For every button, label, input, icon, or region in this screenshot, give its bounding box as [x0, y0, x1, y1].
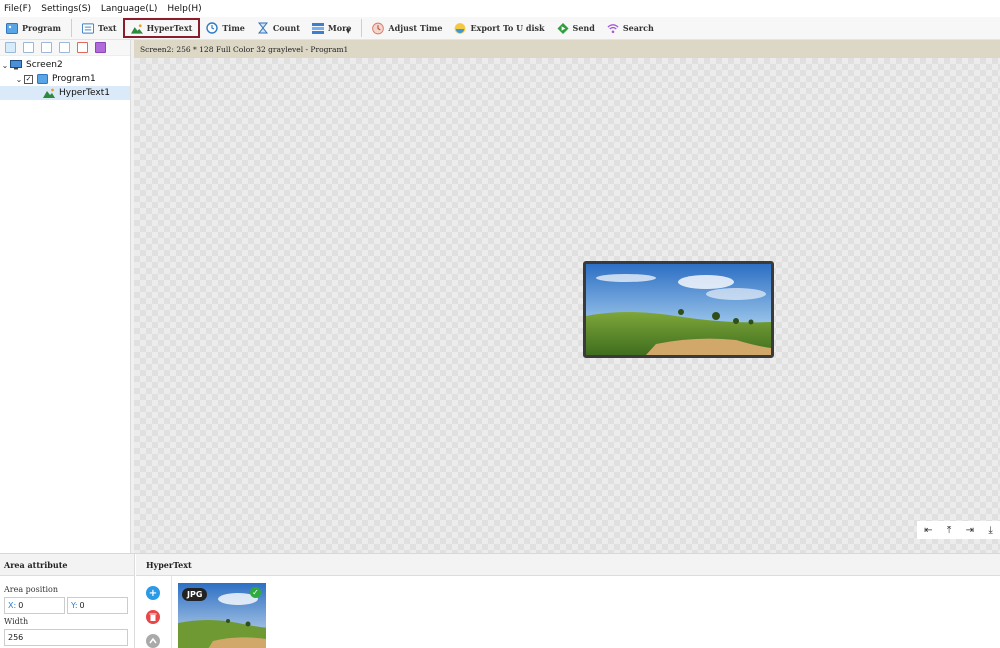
y-value: 0: [79, 601, 85, 610]
hypertext-panel: HyperText + JPG ✓: [136, 554, 1000, 648]
check-icon: ✓: [250, 587, 261, 598]
hourglass-icon: [257, 22, 269, 34]
send-icon: [557, 22, 569, 34]
menu-file[interactable]: File(F): [0, 4, 37, 14]
chevron-down-icon[interactable]: ⌄: [14, 75, 24, 84]
main-toolbar: Program Text HyperText Time Count More ▼: [0, 17, 1000, 40]
export-button[interactable]: Export To U disk: [448, 18, 550, 39]
tree-hypertext-row[interactable]: HyperText1: [0, 86, 130, 100]
width-value: 256: [8, 633, 24, 642]
hypertext-button[interactable]: HyperText: [122, 18, 201, 38]
toolbar-separator: [71, 19, 73, 37]
trash-icon: [149, 613, 157, 621]
text-icon: [82, 22, 95, 34]
design-canvas[interactable]: ⇤ ⤒ ⇥ ⤓: [134, 58, 1000, 553]
landscape-icon: [130, 22, 143, 34]
chevron-down-icon[interactable]: ⌄: [0, 61, 10, 70]
caret-down-icon: ▼: [345, 27, 351, 35]
program-button[interactable]: Program: [0, 18, 67, 39]
screen-status-strip: Screen2: 256 * 128 Full Color 32 graylev…: [134, 40, 1000, 58]
monitor-icon: [10, 60, 22, 70]
delete-media-button[interactable]: [146, 610, 160, 624]
area-position-row: X: 0 Y: 0: [0, 597, 134, 614]
hypertext-label: HyperText: [146, 23, 193, 33]
list-icon: [311, 22, 324, 34]
x-position-field[interactable]: X: 0: [4, 597, 65, 614]
time-label: Time: [222, 23, 245, 33]
toolbar-separator: [361, 19, 363, 37]
program-label: Program: [22, 23, 62, 33]
align-controls: ⇤ ⤒ ⇥ ⤓: [917, 521, 1000, 539]
adjust-time-button[interactable]: Adjust Time: [366, 18, 448, 39]
x-label: X:: [8, 601, 17, 610]
program-icon: [37, 74, 48, 84]
text-button[interactable]: Text: [76, 18, 123, 39]
x-value: 0: [18, 601, 24, 610]
more-button[interactable]: More ▼: [306, 18, 358, 39]
tree-toolbar: [0, 40, 130, 56]
count-button[interactable]: Count: [251, 18, 306, 39]
tree-screen-row[interactable]: ⌄ Screen2: [0, 58, 130, 72]
tree-program-row[interactable]: ⌄ ✓ Program1: [0, 72, 130, 86]
wifi-icon: [607, 22, 619, 34]
bottom-panel: Area attribute Area position X: 0 Y: 0 W…: [0, 553, 1000, 648]
chevron-up-icon: [149, 638, 157, 644]
hypertext-preview-image[interactable]: [583, 261, 774, 358]
search-button[interactable]: Search: [601, 18, 660, 39]
send-button[interactable]: Send: [551, 18, 601, 39]
menu-language[interactable]: Language(L): [97, 4, 163, 14]
align-left-icon[interactable]: ⇤: [924, 525, 932, 536]
align-top-icon[interactable]: ⤒: [947, 525, 951, 536]
move-up-media-button[interactable]: [146, 634, 160, 648]
move-down-icon[interactable]: [59, 42, 70, 53]
tree-screen-label: Screen2: [26, 60, 63, 70]
tree-hypertext-label: HyperText1: [59, 88, 110, 98]
y-position-field[interactable]: Y: 0: [67, 597, 128, 614]
jpg-badge: JPG: [182, 588, 208, 601]
text-label: Text: [98, 23, 117, 33]
align-right-icon[interactable]: ⇥: [966, 525, 974, 536]
clock-icon: [206, 22, 219, 34]
area-attribute-title: Area attribute: [0, 554, 134, 576]
program-icon: [6, 22, 18, 34]
program-tree: ⌄ Screen2 ⌄ ✓ Program1 HyperText1: [0, 56, 130, 100]
align-bottom-icon[interactable]: ⤓: [988, 525, 992, 536]
menu-help[interactable]: Help(H): [163, 4, 207, 14]
hypertext-panel-title: HyperText: [136, 554, 1000, 576]
hypertext-tools: +: [136, 576, 172, 648]
copy-icon[interactable]: [23, 42, 34, 53]
tree-program-label: Program1: [52, 74, 96, 84]
search-label: Search: [622, 23, 654, 33]
y-label: Y:: [71, 601, 78, 610]
media-thumbnail[interactable]: JPG ✓: [178, 583, 266, 648]
width-field[interactable]: 256: [4, 629, 128, 646]
export-disk-icon: [454, 22, 466, 34]
send-label: Send: [572, 23, 595, 33]
program-tree-panel: ⌄ Screen2 ⌄ ✓ Program1 HyperText1: [0, 40, 131, 553]
area-attribute-panel: Area attribute Area position X: 0 Y: 0 W…: [0, 554, 135, 648]
add-media-button[interactable]: +: [146, 586, 160, 600]
time-button[interactable]: Time: [200, 18, 251, 39]
checkall-icon[interactable]: [95, 42, 106, 53]
adjust-time-label: Adjust Time: [388, 23, 443, 33]
width-label: Width: [4, 617, 29, 626]
program-checkbox[interactable]: ✓: [24, 74, 33, 84]
menu-settings[interactable]: Settings(S): [37, 4, 97, 14]
move-up-icon[interactable]: [41, 42, 52, 53]
screen-status-text: Screen2: 256 * 128 Full Color 32 graylev…: [140, 44, 349, 54]
count-label: Count: [272, 23, 300, 33]
menu-bar: File(F) Settings(S) Language(L) Help(H): [0, 0, 1000, 17]
landscape-icon: [43, 88, 55, 98]
adjust-clock-icon: [372, 22, 385, 34]
delete-icon[interactable]: [77, 42, 88, 53]
new-icon[interactable]: [5, 42, 16, 53]
export-label: Export To U disk: [470, 23, 545, 33]
area-position-label: Area position: [4, 585, 58, 594]
